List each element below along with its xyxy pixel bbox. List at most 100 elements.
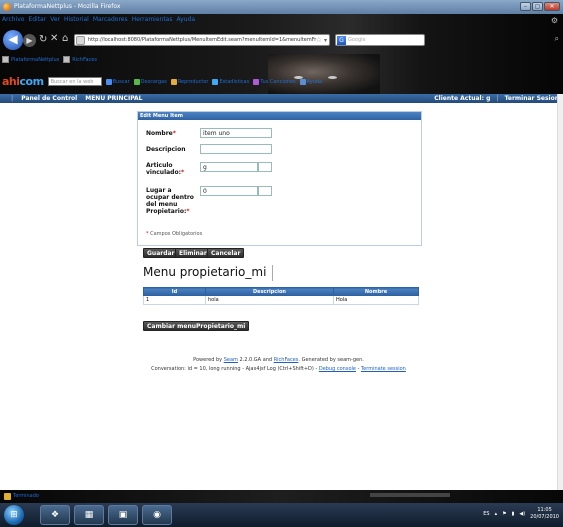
close-button[interactable]: ✕	[544, 2, 560, 11]
column-header-nombre[interactable]: Nombre	[333, 287, 419, 296]
conversation-line: Conversation: id = 10, long running - Aj…	[0, 365, 557, 374]
bookmark-star-icon[interactable]: ☆	[316, 36, 322, 44]
status-bar: Terminado	[0, 490, 563, 503]
explorer-icon: ▦	[84, 510, 94, 520]
logout-link[interactable]: Terminar Sesion	[505, 95, 559, 102]
bookmark-label: PlataformaNettplus	[11, 56, 60, 63]
field-label-text: Descripcion	[146, 146, 186, 153]
minimize-button[interactable]: –	[520, 2, 531, 11]
app-header: | Panel de Control MENU PRINCIPAL Client…	[0, 94, 563, 103]
richfaces-link[interactable]: RichFaces	[274, 357, 299, 363]
window-title: PlataformaNettplus - Mozilla Firefox	[14, 3, 121, 10]
taskbar-app-explorer[interactable]: ▦	[74, 505, 104, 525]
table-row[interactable]: 1 hola Hola	[143, 295, 419, 305]
help-icon	[299, 78, 306, 85]
search-bar[interactable]: G Google	[335, 34, 425, 46]
addon-help-button[interactable]: Ayuda	[299, 78, 323, 85]
addon-downloads-button[interactable]: Descargas	[133, 78, 167, 85]
menu-ayuda[interactable]: Ayuda	[176, 16, 195, 23]
bookmark-label: RichFaces	[72, 56, 97, 63]
flag-icon[interactable]: ⚑	[502, 511, 506, 517]
stop-icon[interactable]: ✕	[50, 33, 58, 44]
save-button[interactable]: Guardar	[143, 248, 179, 258]
clock[interactable]: 11:05 20/07/2010	[530, 507, 559, 521]
field-label-lugar: Lugar a ocupar dentro del menu Propietar…	[146, 187, 194, 215]
articulo-lookup-button[interactable]	[258, 162, 272, 172]
window-controls: – ▢ ✕	[520, 2, 560, 11]
back-button[interactable]: ◀	[3, 30, 23, 50]
nombre-input[interactable]: item uno	[200, 128, 272, 138]
volume-icon[interactable]: ◀)	[519, 511, 525, 517]
addon-item-label: Ayuda	[306, 78, 323, 85]
cell-nombre: Hola	[333, 295, 419, 305]
addon-item-label: Reproductor	[177, 78, 209, 85]
search-icon	[105, 78, 112, 85]
windows-taskbar: ⊞ ❖ ▦ ▣ ◉ ES ▴ ⚑ ▮ ◀) 11:05 20/07/2010	[0, 503, 563, 527]
terminate-session-link[interactable]: Terminate session	[361, 366, 406, 372]
addon-logo[interactable]: ahicom	[2, 75, 44, 88]
menu-archivo[interactable]: Archivo	[2, 16, 24, 23]
addon-item-label: Descargas	[140, 78, 167, 85]
start-button[interactable]: ⊞	[4, 505, 24, 525]
field-label-nombre: Nombre*	[146, 130, 176, 137]
chart-icon	[212, 78, 219, 85]
forward-button[interactable]: ▶	[23, 34, 36, 47]
cell-descripcion: hola	[205, 295, 334, 305]
taskbar-app-firefox[interactable]: ◉	[142, 505, 172, 525]
addon-status-icon[interactable]	[4, 493, 11, 500]
bookmark-item[interactable]: PlataformaNettplus	[2, 56, 59, 63]
table-header-row: Id Descripcion Nombre	[143, 287, 419, 296]
addon-songs-button[interactable]: Tus Canciones	[253, 78, 296, 85]
lugar-spinner[interactable]	[258, 186, 272, 196]
menu-marcadores[interactable]: Marcadores	[93, 16, 128, 23]
home-icon[interactable]: ⌂	[62, 33, 68, 44]
menu-bar: Archivo Editar Ver Historial Marcadores …	[2, 16, 195, 23]
nav-menu-principal[interactable]: MENU PRINCIPAL	[85, 95, 142, 102]
bookmark-item[interactable]: RichFaces	[63, 56, 97, 63]
menu-herramientas[interactable]: Herramientas	[132, 16, 173, 23]
debug-console-link[interactable]: Debug console	[319, 366, 356, 372]
tray-expand-icon[interactable]: ▴	[495, 511, 498, 517]
delete-button[interactable]: Eliminar	[175, 248, 211, 258]
articulo-vinculado-input[interactable]: g	[200, 162, 258, 172]
page-scrollbar[interactable]	[557, 94, 563, 490]
seam-link[interactable]: Seam	[224, 357, 238, 363]
footer-text: Powered by	[193, 357, 224, 363]
column-header-id[interactable]: Id	[143, 287, 206, 296]
addon-stats-button[interactable]: Estadísticas	[212, 78, 249, 85]
addon-player-button[interactable]: Reproductor	[170, 78, 209, 85]
search-icon[interactable]: ⌕	[555, 34, 559, 44]
nav-panel-de-control[interactable]: Panel de Control	[21, 95, 77, 102]
addon-search-input[interactable]: Buscar en la web	[47, 77, 102, 86]
page-content: Edit Menu Item Nombre* item uno Descripc…	[0, 103, 557, 490]
lugar-input[interactable]: 0	[200, 186, 258, 196]
menu-historial[interactable]: Historial	[64, 16, 89, 23]
required-note-text: Campos Obligatorios	[150, 231, 203, 237]
change-owner-menu-button[interactable]: Cambiar menuPropietario_mi	[143, 321, 250, 331]
gear-icon[interactable]: ⚙	[551, 16, 558, 25]
taskbar-app-library[interactable]: ❖	[40, 505, 70, 525]
addon-item-label: Tus Canciones	[260, 78, 296, 85]
taskbar-app-media[interactable]: ▣	[108, 505, 138, 525]
language-indicator[interactable]: ES	[483, 511, 489, 517]
current-client-label: Cliente Actual: g	[434, 95, 491, 102]
footer-text: 2.2.0.GA and	[237, 357, 274, 363]
column-header-descripcion[interactable]: Descripcion	[205, 287, 334, 296]
menu-editar[interactable]: Editar	[28, 16, 46, 23]
window-titlebar: PlataformaNettplus - Mozilla Firefox – ▢…	[0, 0, 563, 14]
footer-text: . Generated by seam-gen.	[298, 357, 364, 363]
field-label-text: Nombre	[146, 130, 173, 137]
maximize-button[interactable]: ▢	[532, 2, 543, 11]
url-bar[interactable]: http://localhost:8080/PlataformaNettplus…	[74, 34, 330, 46]
owner-menu-table: Id Descripcion Nombre 1 hola Hola	[143, 287, 419, 305]
page-icon	[63, 56, 71, 63]
addon-search-button[interactable]: Buscar	[105, 78, 130, 85]
reload-icon[interactable]: ↻	[39, 34, 47, 45]
url-dropdown-icon[interactable]: ▾	[324, 37, 327, 44]
site-identity-icon[interactable]	[76, 35, 85, 45]
cancel-button[interactable]: Cancelar	[207, 248, 245, 258]
menu-ver[interactable]: Ver	[50, 16, 60, 23]
google-icon[interactable]: G	[337, 35, 346, 45]
network-icon[interactable]: ▮	[512, 511, 515, 517]
descripcion-input[interactable]	[200, 144, 272, 154]
